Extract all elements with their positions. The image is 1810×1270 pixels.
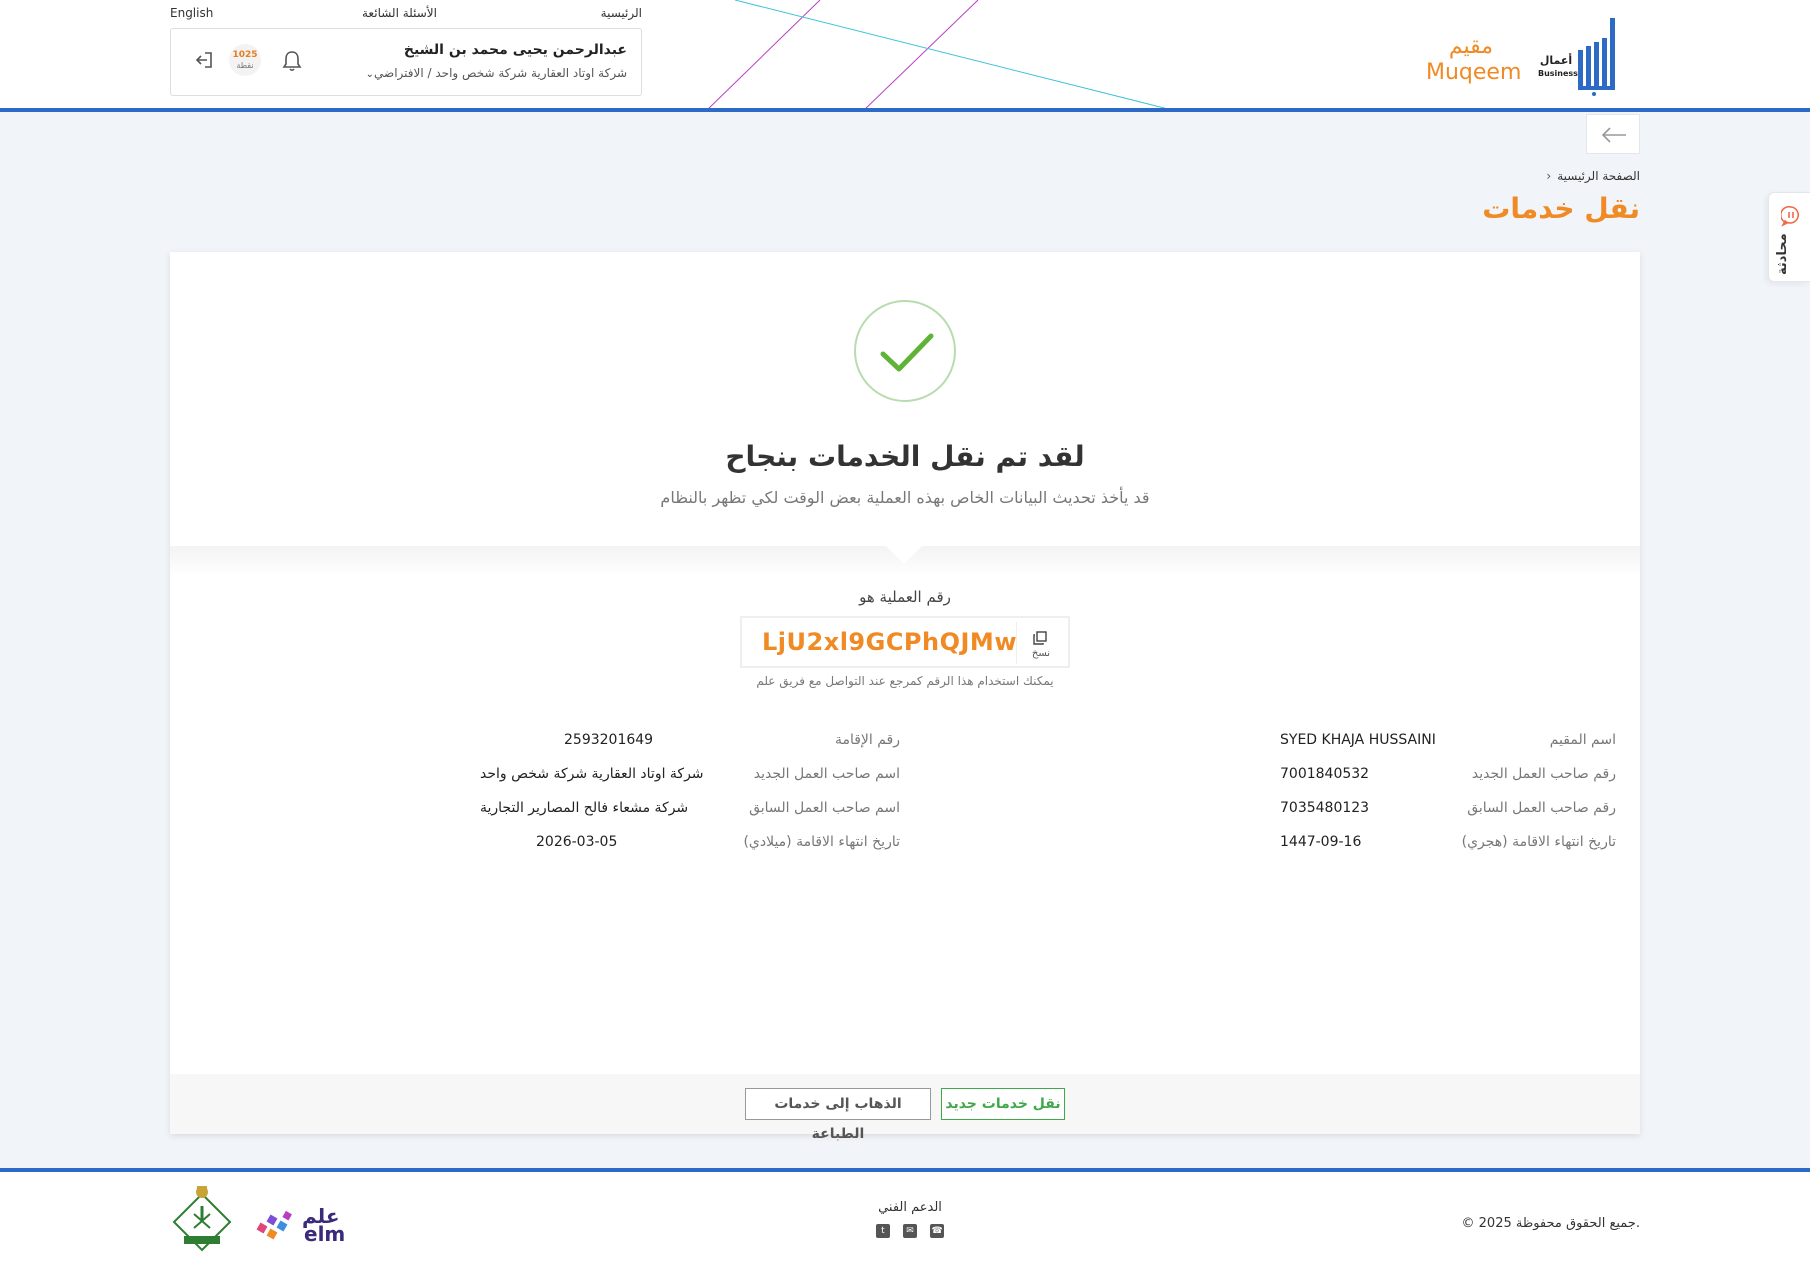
- muqeem-english-text: Muqeem: [1426, 60, 1522, 85]
- detail-label: رقم الإقامة: [834, 732, 900, 748]
- detail-value: 2593201649: [564, 732, 654, 748]
- back-button[interactable]: [1586, 114, 1640, 154]
- user-panel: عبدالرحمن يحيى محمد بن الشيخ ⌄شركة اوتاد…: [170, 28, 642, 96]
- detail-label: رقم صاحب العمل الجديد: [1471, 766, 1616, 782]
- language-switch-link[interactable]: English: [170, 6, 213, 20]
- chevron-down-icon: ⌄: [365, 69, 375, 80]
- chat-icon: [1781, 205, 1800, 227]
- detail-resident-name: اسم المقيم SYED KHAJA HUSSAINI: [1280, 732, 1616, 756]
- detail-label: اسم صاحب العمل السابق: [749, 800, 900, 816]
- muqeem-logo[interactable]: مقيم Muqeem: [1426, 34, 1522, 94]
- detail-value: شركة اوتاد العقارية شركة شخص واحد: [480, 766, 704, 782]
- breadcrumb[interactable]: › الصفحة الرئيسية: [1546, 169, 1640, 183]
- twitter-icon[interactable]: t: [875, 1224, 890, 1238]
- points-badge[interactable]: 1025 نقطة: [229, 44, 261, 76]
- points-label: نقطة: [236, 61, 254, 70]
- detail-new-employer-number: رقم صاحب العمل الجديد 7001840532: [1280, 766, 1616, 790]
- user-name: عبدالرحمن يحيى محمد بن الشيخ: [403, 42, 627, 58]
- checkmark-icon: [880, 333, 934, 372]
- breadcrumb-home[interactable]: الصفحة الرئيسية: [1557, 169, 1640, 183]
- reference-label: رقم العملية هو: [859, 588, 951, 606]
- detail-old-employer-name: اسم صاحب العمل السابق شركة مشعاء فالح ال…: [480, 800, 900, 824]
- chevron-right-icon: ›: [1546, 169, 1552, 183]
- home-link[interactable]: الرئيسية: [601, 6, 642, 20]
- detail-label: تاريخ انتهاء الاقامة (ميلادي): [743, 834, 900, 850]
- support-icons: t ✉ ☎: [855, 1223, 965, 1239]
- divider-notch: [886, 546, 922, 564]
- mail-icon[interactable]: ✉: [903, 1224, 917, 1238]
- logout-icon[interactable]: [193, 49, 215, 71]
- absher-english-text: Business: [1538, 69, 1578, 78]
- elm-english-text: elm: [304, 1222, 346, 1246]
- copyright-text: © جميع الحقوق محفوظة 2025.: [1461, 1216, 1640, 1231]
- site-header: English الأسئلة الشائعة الرئيسية عبدالرح…: [0, 0, 1810, 112]
- chat-tab[interactable]: محادثة: [1768, 192, 1810, 282]
- detail-value: شركة مشعاء فالح المصارير التجارية: [480, 800, 689, 816]
- detail-label: رقم صاحب العمل السابق: [1467, 800, 1616, 816]
- copy-label: نسخ: [1031, 648, 1051, 659]
- detail-expiry-hijri: تاريخ انتهاء الاقامة (هجري) 1447-09-16: [1280, 834, 1616, 858]
- detail-old-employer-number: رقم صاحب العمل السابق 7035480123: [1280, 800, 1616, 824]
- detail-label: اسم المقيم: [1549, 732, 1616, 748]
- detail-expiry-gregorian: تاريخ انتهاء الاقامة (ميلادي) 2026-03-05: [480, 834, 900, 858]
- elm-logo[interactable]: علم elm: [254, 1204, 346, 1246]
- muqeem-arabic-text: مقيم: [1448, 34, 1494, 59]
- jawazat-logo[interactable]: [170, 1184, 234, 1256]
- result-card: لقد تم نقل الخدمات بنجاح قد يأخذ تحديث ا…: [170, 252, 1640, 1142]
- detail-value: SYED KHAJA HUSSAINI: [1280, 732, 1436, 748]
- chat-label: محادثة: [1775, 233, 1790, 275]
- faq-link[interactable]: الأسئلة الشائعة: [362, 6, 437, 20]
- reference-code[interactable]: LjU2xl9GCPhQJMw: [762, 628, 1017, 656]
- detail-new-employer-name: اسم صاحب العمل الجديد شركة اوتاد العقاري…: [480, 766, 900, 790]
- jawazat-emblem: [172, 1186, 232, 1252]
- absher-business-logo[interactable]: أعمال Business: [1536, 16, 1636, 96]
- site-footer: © جميع الحقوق محفوظة 2025. الدعم الفني t…: [0, 1168, 1810, 1270]
- success-title: لقد تم نقل الخدمات بنجاح: [725, 440, 1085, 473]
- reference-box: LjU2xl9GCPhQJMw نسخ: [740, 616, 1070, 668]
- elm-mark: [256, 1210, 292, 1240]
- arrow-left-icon: [1601, 127, 1626, 143]
- support-label: الدعم الفني: [878, 1200, 942, 1215]
- detail-label: اسم صاحب العمل الجديد: [753, 766, 900, 782]
- success-subtitle: قد يأخذ تحديث البيانات الخاص بهذه العملي…: [660, 488, 1150, 507]
- new-transfer-button[interactable]: نقل خدمات جديد: [941, 1088, 1065, 1120]
- print-services-button[interactable]: الذهاب إلى خدمات الطباعة: [745, 1088, 931, 1142]
- points-value: 1025: [232, 50, 258, 60]
- notification-bell-icon[interactable]: [281, 49, 303, 73]
- establishment-selector[interactable]: ⌄شركة اوتاد العقارية شركة شخص واحد / الا…: [360, 66, 627, 80]
- detail-iqama-number: رقم الإقامة 2593201649: [564, 732, 900, 756]
- copy-icon: [1033, 631, 1047, 645]
- detail-value: 7001840532: [1280, 766, 1370, 782]
- phone-icon[interactable]: ☎: [930, 1224, 945, 1238]
- card-actions: نقل خدمات جديد الذهاب إلى خدمات الطباعة: [170, 1074, 1640, 1142]
- technical-support: الدعم الفني t ✉ ☎: [855, 1200, 965, 1239]
- copy-button[interactable]: نسخ: [1016, 622, 1064, 664]
- detail-label: تاريخ انتهاء الاقامة (هجري): [1461, 834, 1616, 850]
- detail-value: 2026-03-05: [536, 834, 618, 850]
- success-indicator: [854, 300, 956, 402]
- reference-note: يمكنك استخدام هذا الرقم كمرجع عند التواص…: [756, 674, 1054, 688]
- top-links: English الأسئلة الشائعة الرئيسية: [170, 4, 642, 24]
- detail-value: 1447-09-16: [1280, 834, 1362, 850]
- establishment-name: شركة اوتاد العقارية شركة شخص واحد / الاف…: [374, 66, 627, 80]
- absher-arabic-text: أعمال: [1539, 54, 1573, 67]
- page-title: نقل خدمات: [1482, 192, 1640, 225]
- detail-value: 7035480123: [1280, 800, 1370, 816]
